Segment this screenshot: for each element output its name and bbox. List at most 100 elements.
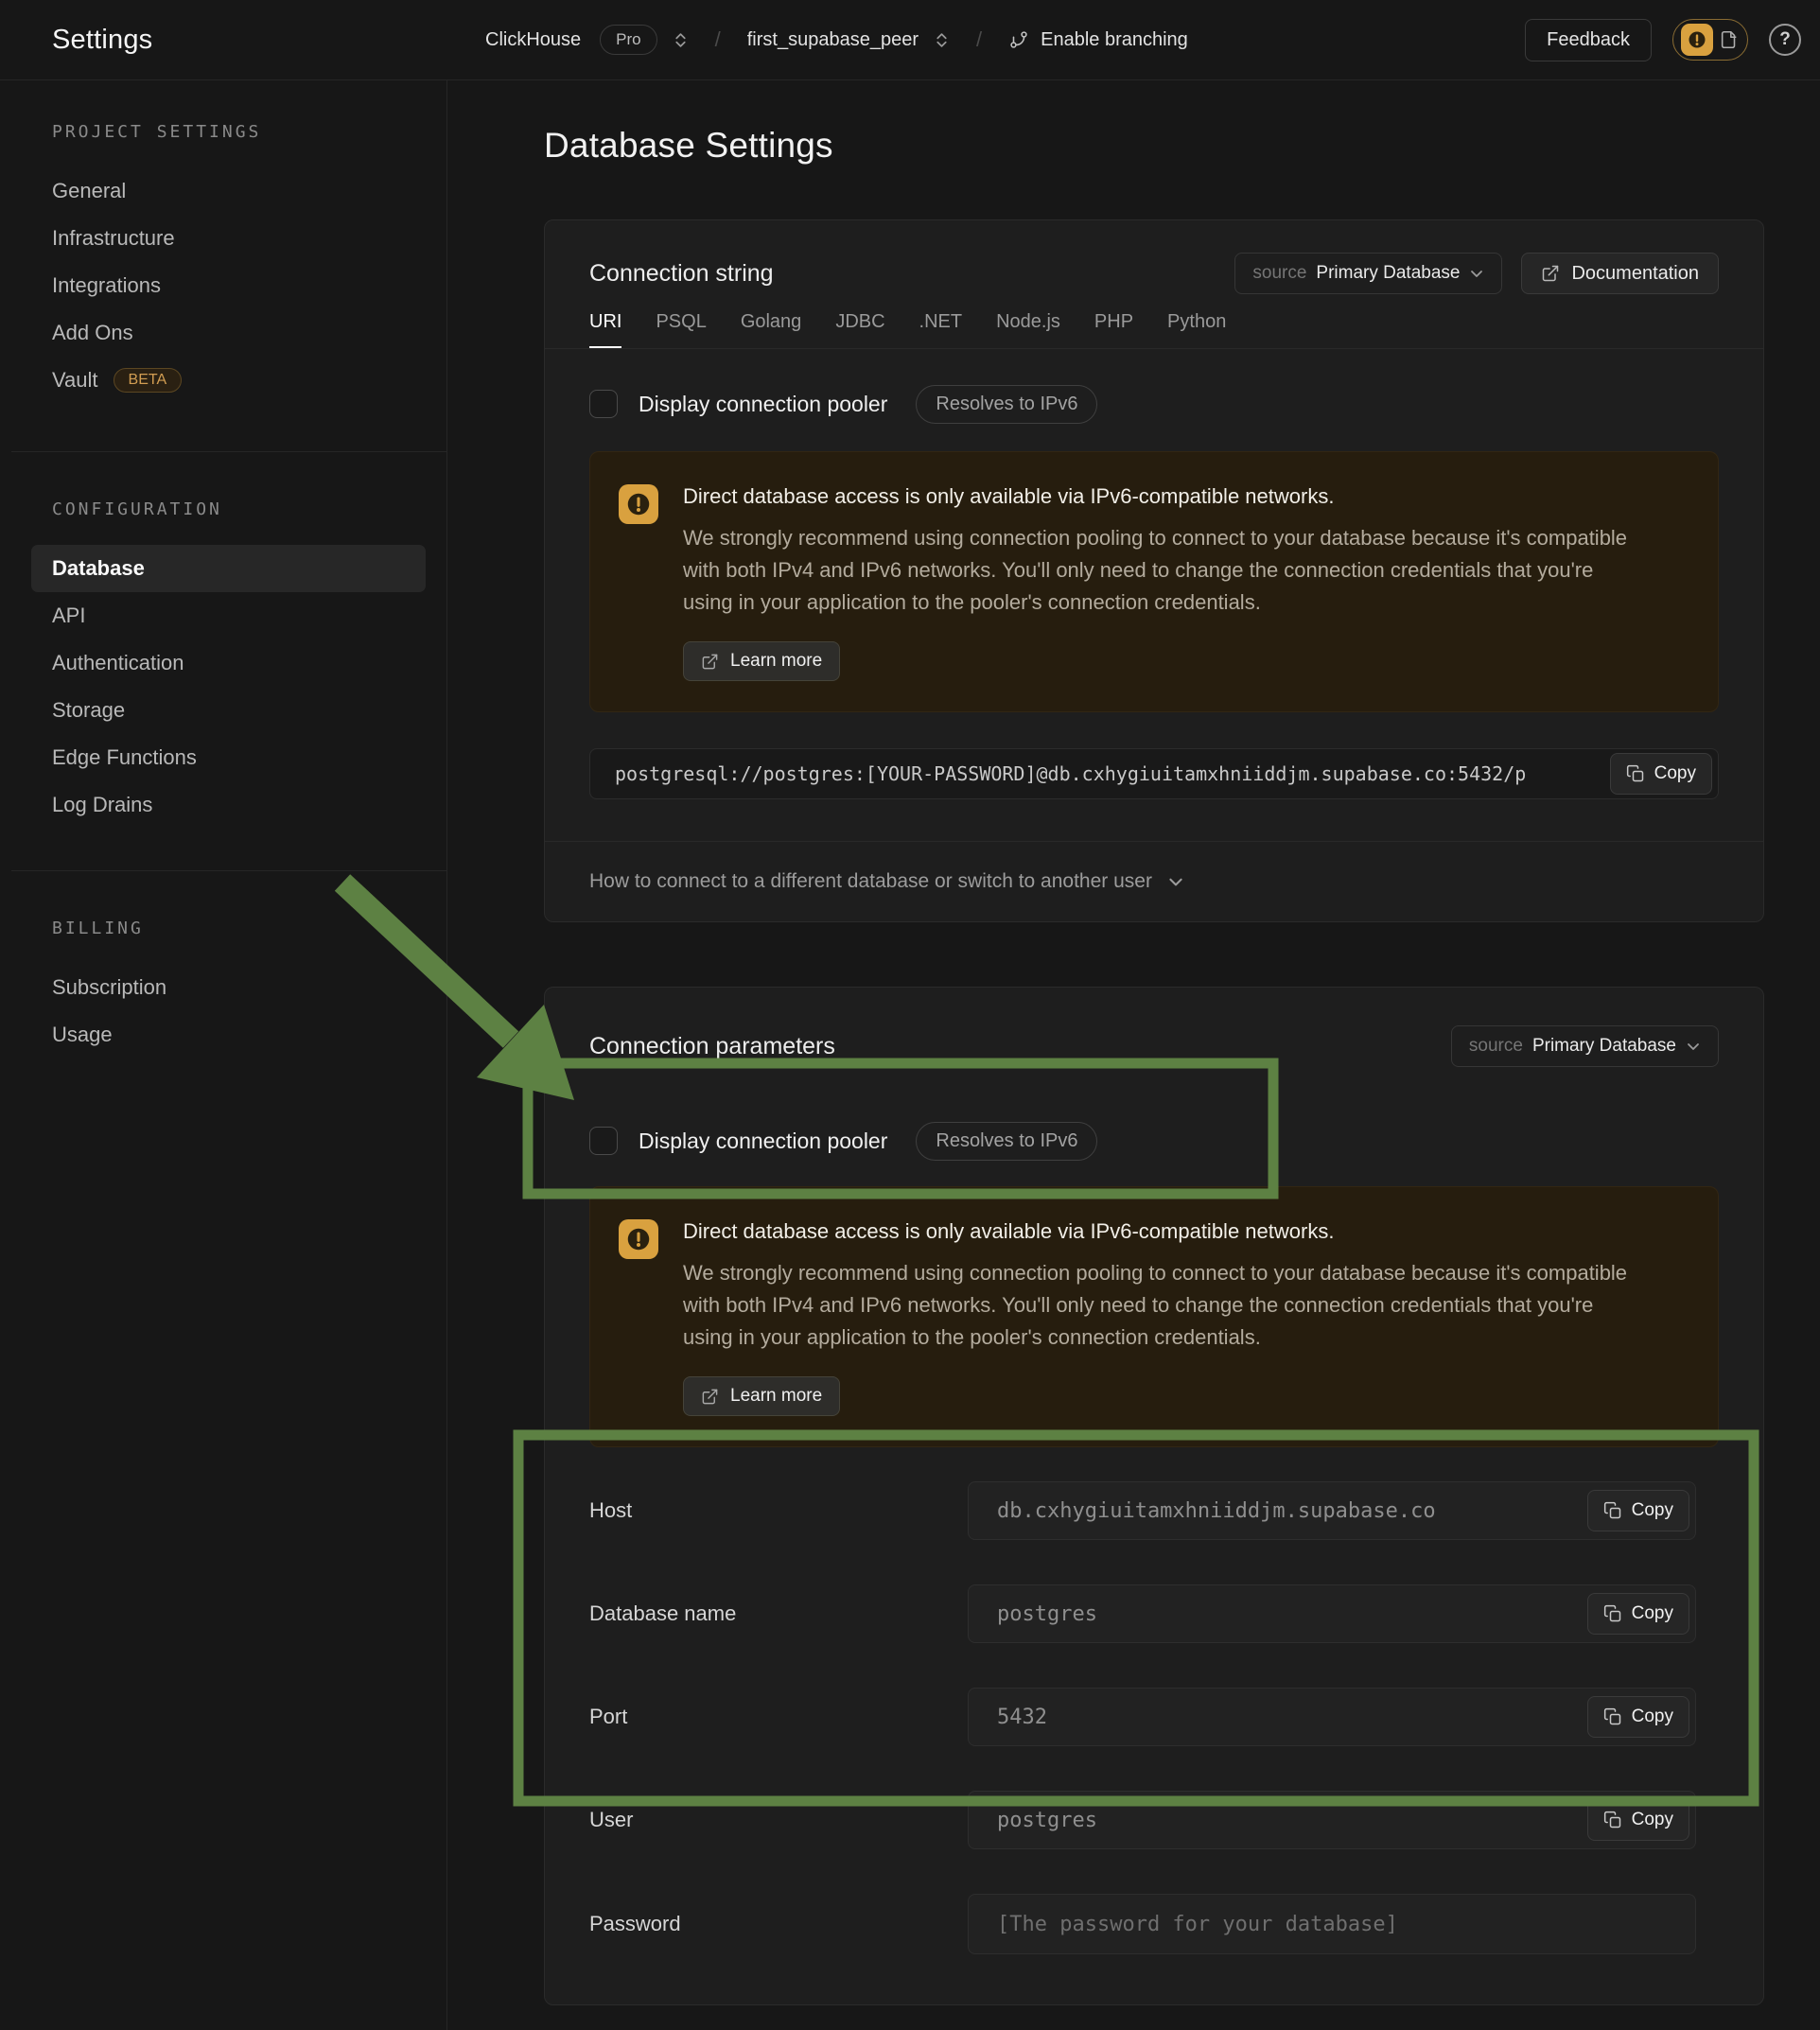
learn-more-button[interactable]: Learn more (683, 1376, 840, 1416)
connection-uri-value: postgresql://postgres:[YOUR-PASSWORD]@db… (615, 762, 1526, 785)
copy-icon (1603, 1811, 1622, 1829)
sidebar-item-database[interactable]: Database (0, 545, 446, 592)
source-select[interactable]: source Primary Database (1451, 1025, 1719, 1067)
password-label: Password (589, 1912, 968, 1936)
port-input[interactable]: 5432 Copy (968, 1688, 1696, 1746)
warning-title: Direct database access is only available… (683, 484, 1680, 509)
alert-icon (1681, 24, 1713, 56)
sidebar-item-label: Database (31, 545, 426, 592)
database-name-label: Database name (589, 1601, 968, 1626)
chevron-down-icon (1167, 873, 1184, 890)
external-link-icon (701, 653, 719, 671)
tab-psql[interactable]: PSQL (656, 311, 706, 348)
document-icon (1719, 29, 1740, 50)
database-name-input[interactable]: postgres Copy (968, 1584, 1696, 1643)
documentation-label: Documentation (1571, 263, 1699, 285)
tab-php[interactable]: PHP (1094, 311, 1133, 348)
warning-body: We strongly recommend using connection p… (683, 522, 1648, 619)
sidebar-item-infrastructure[interactable]: Infrastructure (0, 215, 446, 262)
resolves-to-ipv6-badge: Resolves to IPv6 (916, 385, 1097, 424)
git-branch-icon (1008, 29, 1029, 50)
sidebar-item-vault[interactable]: Vault BETA (0, 357, 446, 404)
sidebar-item-integrations[interactable]: Integrations (0, 262, 446, 309)
page-header-title: Settings (52, 25, 152, 56)
copy-database-name-button[interactable]: Copy (1587, 1593, 1689, 1635)
source-select[interactable]: source Primary Database (1234, 253, 1502, 294)
tab-uri[interactable]: URI (589, 311, 621, 348)
password-input[interactable]: [The password for your database] (968, 1894, 1696, 1954)
breadcrumb-org[interactable]: ClickHouse (485, 29, 581, 51)
sidebar-item-label: Vault (52, 357, 98, 404)
documentation-button[interactable]: Documentation (1521, 253, 1719, 294)
warning-body: We strongly recommend using connection p… (683, 1257, 1648, 1354)
feedback-button[interactable]: Feedback (1525, 19, 1652, 61)
copy-icon (1603, 1707, 1622, 1726)
sidebar-item-log-drains[interactable]: Log Drains (0, 781, 446, 829)
database-name-field-row: Database name postgres Copy (589, 1584, 1719, 1643)
ipv6-warning-banner: Direct database access is only available… (589, 451, 1719, 712)
external-link-icon (1541, 264, 1560, 283)
host-label: Host (589, 1498, 968, 1523)
password-field-row: Password [The password for your database… (589, 1894, 1719, 1954)
sidebar-item-edge-functions[interactable]: Edge Functions (0, 734, 446, 781)
chevrons-up-down-icon[interactable] (934, 32, 950, 48)
help-button[interactable]: ? (1769, 24, 1801, 56)
copy-user-button[interactable]: Copy (1587, 1799, 1689, 1841)
copy-host-button[interactable]: Copy (1587, 1490, 1689, 1531)
host-value: db.cxhygiuitamxhniiddjm.supabase.co (997, 1499, 1436, 1523)
sidebar-item-subscription[interactable]: Subscription (0, 964, 446, 1011)
page-title: Database Settings (544, 126, 833, 166)
source-value: Primary Database (1316, 263, 1460, 284)
copy-label: Copy (1632, 1706, 1673, 1727)
external-link-icon (701, 1388, 719, 1406)
display-connection-pooler-checkbox[interactable] (589, 1127, 618, 1155)
copy-uri-button[interactable]: Copy (1610, 753, 1712, 795)
chevrons-up-down-icon[interactable] (673, 32, 689, 48)
sidebar-item-usage[interactable]: Usage (0, 1011, 446, 1059)
breadcrumb-project[interactable]: first_supabase_peer (747, 29, 919, 51)
notifications-button[interactable] (1672, 19, 1748, 61)
copy-port-button[interactable]: Copy (1587, 1696, 1689, 1738)
breadcrumb-separator: / (715, 27, 721, 52)
copy-icon (1626, 764, 1645, 783)
alert-icon (619, 484, 658, 524)
source-value: Primary Database (1532, 1036, 1676, 1057)
sidebar-item-add-ons[interactable]: Add Ons (0, 309, 446, 357)
connection-string-card: Connection string source Primary Databas… (544, 219, 1764, 922)
chevron-down-icon (1469, 266, 1484, 281)
display-connection-pooler-checkbox[interactable] (589, 390, 618, 418)
user-value: postgres (997, 1809, 1097, 1832)
learn-more-button[interactable]: Learn more (683, 641, 840, 681)
tab-python[interactable]: Python (1167, 311, 1226, 348)
port-label: Port (589, 1705, 968, 1729)
beta-badge: BETA (114, 368, 183, 393)
tab-nodejs[interactable]: Node.js (996, 311, 1060, 348)
breadcrumb: ClickHouse Pro / first_supabase_peer / E… (447, 0, 1525, 79)
user-label: User (589, 1808, 968, 1832)
enable-branching-button[interactable]: Enable branching (1008, 29, 1188, 51)
breadcrumb-separator: / (976, 27, 982, 52)
learn-more-label: Learn more (730, 1386, 822, 1407)
tab-jdbc[interactable]: JDBC (835, 311, 884, 348)
connect-help-expander[interactable]: How to connect to a different database o… (545, 841, 1763, 921)
connection-string-tabs: URI PSQL Golang JDBC .NET Node.js PHP Py… (545, 294, 1763, 349)
tab-golang[interactable]: Golang (741, 311, 802, 348)
user-field-row: User postgres Copy (589, 1791, 1719, 1849)
expander-label: How to connect to a different database o… (589, 870, 1152, 893)
sidebar-item-authentication[interactable]: Authentication (0, 639, 446, 687)
copy-label: Copy (1654, 763, 1696, 784)
enable-branching-label: Enable branching (1041, 29, 1188, 51)
connection-string-title: Connection string (589, 253, 774, 294)
port-field-row: Port 5432 Copy (589, 1688, 1719, 1746)
chevron-down-icon (1686, 1039, 1701, 1054)
sidebar-item-general[interactable]: General (0, 167, 446, 215)
host-input[interactable]: db.cxhygiuitamxhniiddjm.supabase.co Copy (968, 1481, 1696, 1540)
sidebar-item-api[interactable]: API (0, 592, 446, 639)
warning-title: Direct database access is only available… (683, 1219, 1680, 1244)
header-settings-area: Settings (0, 0, 447, 79)
copy-label: Copy (1632, 1500, 1673, 1521)
user-input[interactable]: postgres Copy (968, 1791, 1696, 1849)
host-field-row: Host db.cxhygiuitamxhniiddjm.supabase.co… (589, 1481, 1719, 1540)
tab-dotnet[interactable]: .NET (919, 311, 963, 348)
sidebar-item-storage[interactable]: Storage (0, 687, 446, 734)
